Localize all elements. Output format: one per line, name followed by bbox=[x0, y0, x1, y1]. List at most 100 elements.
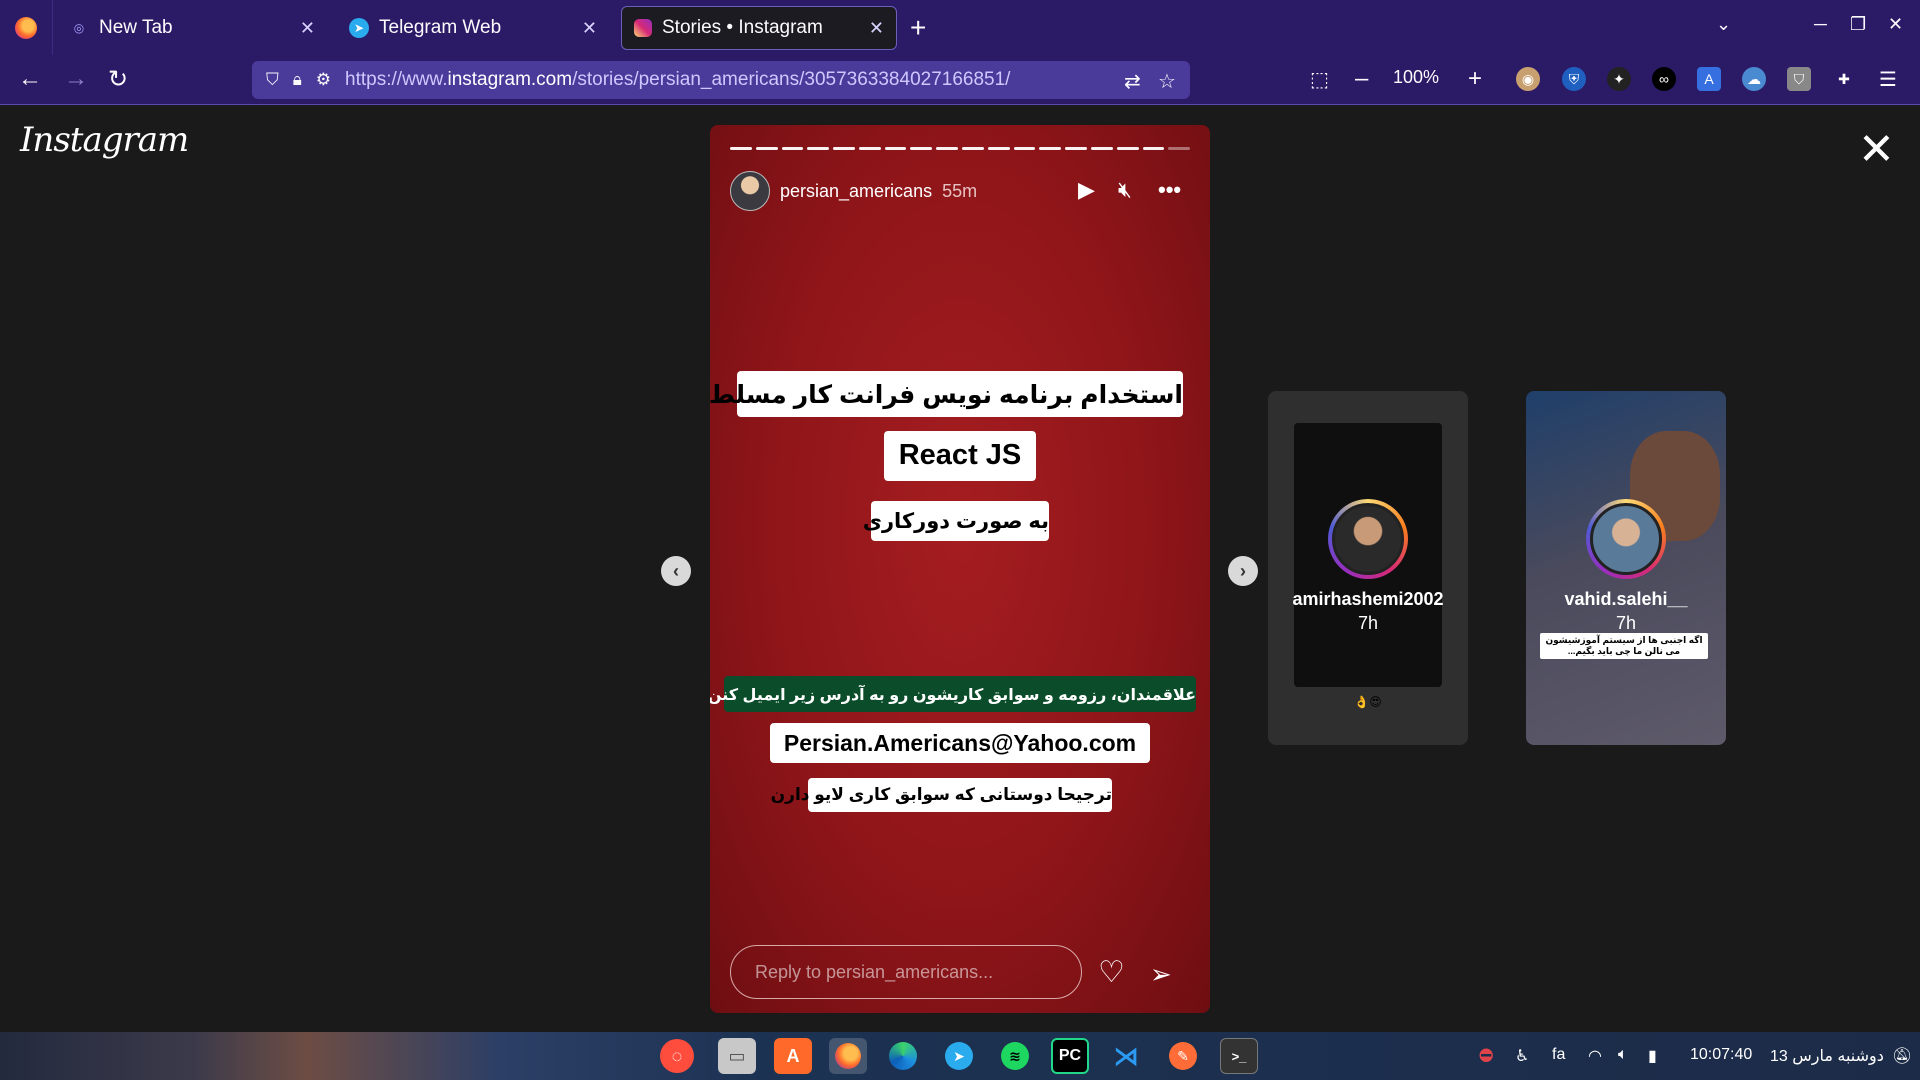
extension-dark-icon[interactable]: ✦ bbox=[1607, 67, 1631, 91]
story-text-remote: به صورت دورکاری bbox=[863, 501, 1049, 541]
menu-hamburger-icon[interactable]: ☰ bbox=[1876, 67, 1900, 91]
minimize-icon[interactable]: ─ bbox=[1814, 14, 1827, 35]
story-viewer[interactable]: persian_americans 55m ▶ 🔇︎ ••• استخدام ب… bbox=[710, 125, 1210, 1013]
window-close-icon[interactable]: ✕ bbox=[1888, 14, 1903, 35]
extensions-puzzle-icon[interactable]: ✚ bbox=[1832, 67, 1856, 91]
progress-segment bbox=[1039, 147, 1062, 150]
avatar bbox=[1586, 499, 1666, 579]
next-story-chevron-icon[interactable]: › bbox=[1228, 556, 1258, 586]
list-all-tabs-chevron-icon[interactable]: ⌄ bbox=[1716, 14, 1731, 35]
close-tab-icon[interactable]: ✕ bbox=[300, 18, 315, 39]
instagram-stories-page: Instagram ✕ persian_americans 55m ▶ 🔇︎ •… bbox=[0, 106, 1920, 1032]
extension-owl-icon[interactable]: ◉ bbox=[1516, 67, 1540, 91]
progress-segment bbox=[962, 147, 984, 150]
close-stories-icon[interactable]: ✕ bbox=[1858, 128, 1895, 172]
close-tab-icon[interactable]: ✕ bbox=[869, 18, 884, 39]
telegram-icon: ➤ bbox=[349, 18, 369, 38]
tab-telegram[interactable]: ➤ Telegram Web ✕ bbox=[337, 6, 609, 50]
keyboard-language[interactable]: fa bbox=[1552, 1046, 1565, 1064]
zoom-out-icon[interactable]: – bbox=[1355, 65, 1368, 93]
avatar[interactable] bbox=[730, 171, 770, 211]
play-icon[interactable]: ▶ bbox=[1078, 177, 1095, 203]
progress-segment bbox=[1142, 147, 1165, 150]
story-preview-vahid[interactable]: vahid.salehi__ 7h اگه اجنبی ها از سیستم … bbox=[1526, 391, 1726, 745]
telegram-app-icon[interactable]: ➤ bbox=[940, 1038, 978, 1074]
progress-segment bbox=[807, 147, 830, 150]
battery-icon[interactable]: ▮ bbox=[1648, 1046, 1657, 1066]
navigation-bar: ← → ↻ ⛉ 🔒︎ ⚙ https://www.instagram.com/s… bbox=[0, 55, 1920, 105]
mute-icon[interactable]: 🔇︎ bbox=[1118, 177, 1132, 203]
extension-glasses-icon[interactable]: ∞ bbox=[1652, 67, 1676, 91]
postman-app-icon[interactable]: ✎ bbox=[1164, 1038, 1202, 1074]
screenshot-app-icon[interactable]: ◌ bbox=[660, 1039, 694, 1073]
story-text-tech: React JS bbox=[884, 431, 1036, 481]
new-tab-icon: ◎ bbox=[73, 21, 85, 35]
do-not-disturb-icon[interactable]: ⛔︎ bbox=[1479, 1046, 1493, 1066]
preview-username: vahid.salehi__ bbox=[1564, 589, 1688, 609]
url-bar[interactable]: ⛉ 🔒︎ ⚙ https://www.instagram.com/stories… bbox=[252, 61, 1190, 99]
story-time: 55m bbox=[942, 180, 978, 201]
clock-time[interactable]: 10:07:40 bbox=[1690, 1046, 1752, 1064]
preview-time: 7h bbox=[1357, 613, 1379, 633]
progress-segment bbox=[833, 147, 855, 150]
accessibility-icon[interactable]: ♿︎ bbox=[1515, 1046, 1529, 1066]
extension-translate-icon[interactable]: A bbox=[1697, 67, 1721, 91]
zoom-in-icon[interactable]: + bbox=[1468, 65, 1482, 93]
spotify-app-icon[interactable]: ≋ bbox=[996, 1038, 1034, 1074]
extension-cloud-icon[interactable]: ☁ bbox=[1742, 67, 1766, 91]
translate-icon[interactable]: ⇄ bbox=[1124, 69, 1141, 94]
tab-label: Stories • Instagram bbox=[662, 17, 823, 38]
story-header: persian_americans 55m ▶ 🔇︎ ••• bbox=[730, 169, 1190, 213]
extension-shield-icon[interactable]: ⛉ bbox=[1787, 67, 1811, 91]
pycharm-app-icon[interactable]: PC bbox=[1051, 1038, 1089, 1074]
tab-bar: ◎ New Tab ✕ ➤ Telegram Web ✕ Stories • I… bbox=[0, 0, 1920, 55]
terminal-app-icon[interactable]: >_ bbox=[1220, 1038, 1258, 1074]
preview-caption: 👌😍 bbox=[1354, 695, 1382, 709]
preview-caption: اگه اجنبی ها از سیستم آموزشیشون می نالن … bbox=[1540, 633, 1708, 659]
story-text-title: استخدام برنامه نویس فرانت کار مسلط به bbox=[710, 371, 1183, 417]
extension-bitwarden-icon[interactable]: ⛨ bbox=[1562, 67, 1586, 91]
story-preview-amirhashemi[interactable]: amirhashemi2002 7h 👌😍 bbox=[1268, 391, 1468, 745]
story-username[interactable]: persian_americans bbox=[780, 181, 932, 202]
preview-time: 7h bbox=[1615, 613, 1637, 633]
more-options-icon[interactable]: ••• bbox=[1158, 177, 1181, 203]
new-tab-plus-icon[interactable]: + bbox=[910, 12, 926, 44]
firefox-app-icon[interactable] bbox=[829, 1038, 867, 1074]
share-send-icon[interactable]: ➢ bbox=[1150, 959, 1172, 990]
story-progress-bar bbox=[730, 147, 1191, 150]
app-store-icon[interactable]: A bbox=[774, 1038, 812, 1074]
bookmark-star-icon[interactable]: ☆ bbox=[1158, 69, 1176, 94]
files-app-icon[interactable]: ▭ bbox=[718, 1038, 756, 1074]
close-tab-icon[interactable]: ✕ bbox=[582, 18, 597, 39]
restore-icon[interactable]: ❐ bbox=[1850, 14, 1866, 35]
progress-segment bbox=[1065, 147, 1087, 150]
lock-icon[interactable]: 🔒︎ bbox=[293, 70, 302, 90]
reply-input[interactable]: Reply to persian_americans... bbox=[730, 945, 1082, 999]
edge-app-icon[interactable] bbox=[884, 1038, 922, 1074]
shield-icon[interactable]: ⛉ bbox=[266, 70, 279, 90]
story-text-email: Persian.Americans@Yahoo.com bbox=[770, 723, 1150, 763]
instagram-logo[interactable]: Instagram bbox=[20, 120, 189, 160]
reload-icon[interactable]: ↻ bbox=[108, 65, 128, 94]
tab-instagram[interactable]: Stories • Instagram ✕ bbox=[621, 6, 897, 50]
tab-label: Telegram Web bbox=[379, 17, 502, 38]
zoom-level[interactable]: 100% bbox=[1393, 67, 1439, 88]
heart-icon[interactable]: ♡ bbox=[1098, 955, 1125, 990]
permissions-icon[interactable]: ⚙ bbox=[316, 70, 331, 90]
progress-segment bbox=[1013, 147, 1036, 150]
back-arrow-icon[interactable]: ← bbox=[18, 65, 42, 93]
previous-story-chevron-icon[interactable]: ‹ bbox=[661, 556, 691, 586]
firefox-menu-button[interactable] bbox=[0, 0, 53, 55]
notifications-bell-icon[interactable]: 🔕︎ bbox=[1892, 1046, 1912, 1066]
clock-date[interactable]: دوشنبه مارس 13 bbox=[1770, 1046, 1884, 1066]
forward-arrow-icon[interactable]: → bbox=[64, 65, 88, 93]
tab-new-tab[interactable]: ◎ New Tab ✕ bbox=[57, 6, 327, 50]
progress-segment bbox=[936, 147, 959, 150]
wifi-icon[interactable]: ◠ bbox=[1588, 1046, 1602, 1066]
pocket-icon[interactable]: ⬚ bbox=[1310, 67, 1329, 92]
vscode-app-icon[interactable]: ⋊ bbox=[1107, 1038, 1145, 1074]
tab-label: New Tab bbox=[99, 17, 173, 38]
url-text[interactable]: https://www.instagram.com/stories/persia… bbox=[345, 69, 1010, 91]
progress-segment bbox=[910, 147, 933, 150]
volume-icon[interactable]: 🔈︎ bbox=[1618, 1046, 1628, 1064]
